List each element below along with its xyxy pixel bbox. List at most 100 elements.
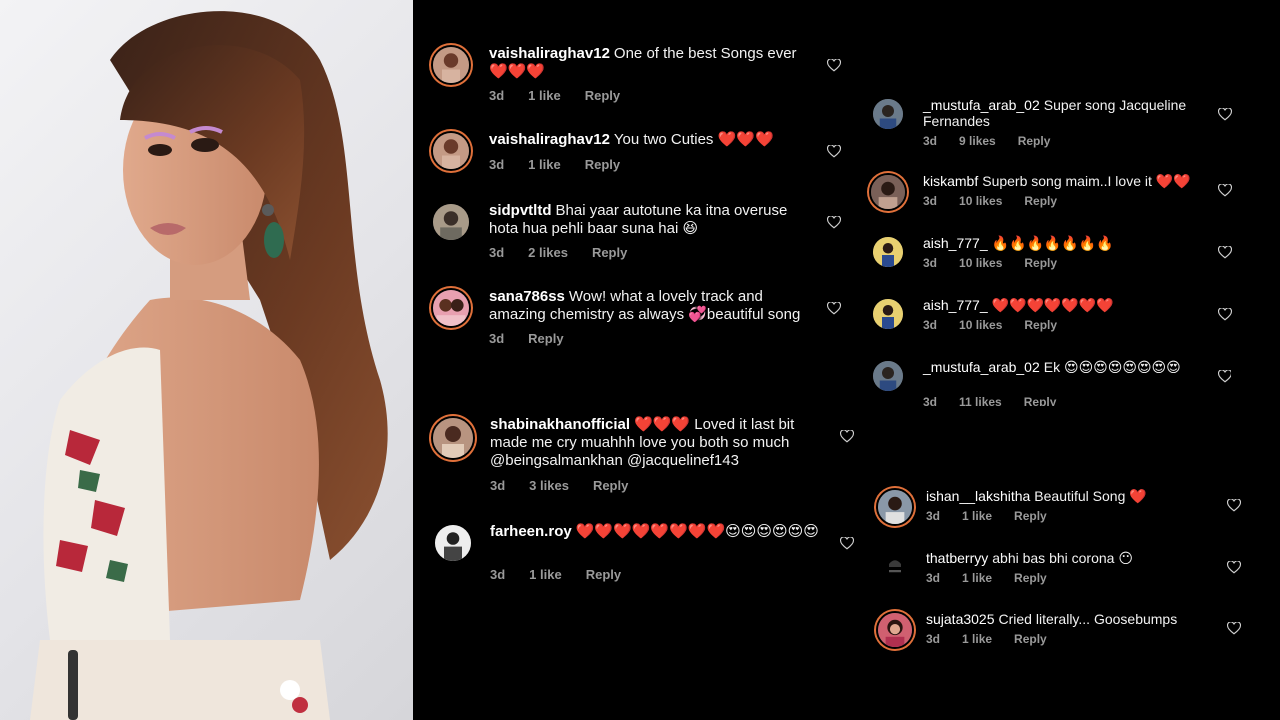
comment-likes[interactable]: 1 like (529, 567, 562, 582)
user-avatar[interactable] (431, 45, 471, 85)
user-avatar[interactable] (871, 97, 905, 131)
like-heart-icon[interactable] (827, 145, 841, 158)
user-avatar[interactable] (871, 359, 905, 393)
reply-button[interactable]: Reply (1024, 256, 1057, 270)
comment-time: 3d (489, 245, 505, 260)
comment-likes[interactable]: 1 like (528, 88, 561, 103)
comment-username[interactable]: sidpvtltd (489, 202, 552, 219)
comment-body: You two Cuties ❤️❤️❤️ (613, 131, 774, 148)
like-heart-icon[interactable] (827, 302, 841, 315)
comment-likes[interactable]: 2 likes (528, 245, 568, 260)
comment-body: Superb song maim..I love it ❤️❤️ (982, 173, 1191, 189)
user-avatar[interactable] (433, 523, 473, 563)
comment-body: Cried literally... Goosebumps (998, 611, 1178, 627)
reply-button[interactable]: Reply (1014, 509, 1047, 523)
comment-text: farheen.roy ❤️❤️❤️❤️❤️❤️❤️❤️😍😍😍😍😍😍 (490, 523, 820, 541)
user-avatar[interactable] (431, 288, 471, 328)
comment-username[interactable]: sujata3025 (926, 611, 995, 627)
user-avatar[interactable] (431, 416, 475, 460)
like-heart-icon[interactable] (1218, 246, 1232, 259)
comment-text: sidpvtltd Bhai yaar autotune ka itna over… (489, 202, 809, 238)
comment-likes[interactable]: 1 like (962, 509, 992, 523)
comment-likes[interactable]: 1 like (528, 157, 561, 172)
like-heart-icon[interactable] (840, 430, 854, 443)
comment-username[interactable]: ishan__lakshitha (926, 488, 1030, 504)
like-heart-icon[interactable] (1227, 622, 1241, 635)
like-heart-icon[interactable] (1218, 108, 1232, 121)
comment-meta: 3d Reply (489, 331, 564, 346)
comment-likes[interactable]: 10 likes (959, 256, 1002, 270)
comment-likes[interactable]: 1 like (962, 571, 992, 585)
reply-button[interactable]: Reply (592, 245, 627, 260)
comment-text: aish_777_ ❤️❤️❤️❤️❤️❤️❤️ (923, 297, 1213, 313)
comment-username[interactable]: sana786ss (489, 288, 565, 305)
comment-body: Ek 😍😍😍😍😍😍😍😍 (1043, 359, 1181, 375)
comment-text: _mustufa_arab_02 Ek 😍😍😍😍😍😍😍😍 (923, 359, 1213, 375)
comment-text: _mustufa_arab_02 Super song Jacqueline Fe… (923, 97, 1213, 129)
reply-button[interactable]: Reply (585, 157, 620, 172)
comment-text: sana786ss Wow! what a lovely track and am… (489, 288, 819, 324)
reply-button[interactable]: Reply (585, 88, 620, 103)
comment-likes[interactable]: 10 likes (959, 194, 1002, 208)
user-avatar[interactable] (871, 235, 905, 269)
user-avatar[interactable] (871, 297, 905, 331)
reply-button[interactable]: Reply (528, 331, 563, 346)
user-avatar[interactable] (876, 611, 914, 649)
reply-button[interactable]: Reply (1024, 318, 1057, 332)
user-avatar[interactable] (876, 488, 914, 526)
comment-time: 3d (490, 478, 506, 493)
user-avatar[interactable] (869, 173, 907, 211)
comment-text: shabinakhanofficial ❤️❤️❤️ Loved it last … (490, 416, 810, 470)
reply-button[interactable]: Reply (1024, 194, 1057, 208)
comment-likes[interactable]: 10 likes (959, 318, 1002, 332)
like-heart-icon[interactable] (827, 59, 841, 72)
comment-username[interactable]: thatberryy (926, 550, 988, 566)
like-heart-icon[interactable] (1227, 561, 1241, 574)
comments-feed[interactable]: vaishaliraghav12 One of the best Songs ev… (413, 0, 1280, 720)
comment-username[interactable]: shabinakhanofficial (490, 416, 630, 433)
reply-button[interactable]: Reply (1024, 395, 1057, 406)
comment-username[interactable]: kiskambf (923, 173, 978, 189)
comment-text: sujata3025 Cried literally... Goosebumps (926, 611, 1216, 627)
comment-likes[interactable]: 11 likes (959, 395, 1002, 406)
comment-likes[interactable]: 3 likes (529, 478, 569, 493)
like-heart-icon[interactable] (1218, 370, 1231, 383)
comment-username[interactable]: aish_777_ (923, 297, 988, 313)
like-heart-icon[interactable] (1218, 184, 1232, 197)
reply-button[interactable]: Reply (1014, 571, 1047, 585)
comment-item: ishan__lakshitha Beautiful Song ❤️ 3d 1 l… (876, 488, 1241, 528)
comment-likes[interactable]: 9 likes (959, 134, 996, 148)
comment-body: 🔥🔥🔥🔥🔥🔥🔥 (991, 235, 1114, 251)
comment-item: farheen.roy ❤️❤️❤️❤️❤️❤️❤️❤️😍😍😍😍😍😍 3d 1 l… (433, 523, 863, 583)
comment-text: kiskambf Superb song maim..I love it ❤️❤️ (923, 173, 1213, 189)
comment-username[interactable]: farheen.roy (490, 523, 572, 540)
comment-likes[interactable]: 1 like (962, 632, 992, 646)
reply-button[interactable]: Reply (586, 567, 621, 582)
user-avatar[interactable] (878, 550, 912, 584)
like-heart-icon[interactable] (1218, 308, 1232, 321)
comment-meta: 3d 1 like Reply (490, 567, 621, 582)
comment-item: kiskambf Superb song maim..I love it ❤️❤️… (869, 173, 1232, 213)
like-heart-icon[interactable] (840, 537, 854, 550)
comment-username[interactable]: vaishaliraghav12 (489, 45, 610, 62)
like-heart-icon[interactable] (1227, 499, 1241, 512)
reply-button[interactable]: Reply (1018, 134, 1051, 148)
comment-username[interactable]: vaishaliraghav12 (489, 131, 610, 148)
celebrity-photo (0, 0, 413, 720)
comment-time: 3d (923, 134, 938, 148)
user-avatar[interactable] (431, 202, 471, 242)
comment-time: 3d (923, 194, 938, 208)
like-heart-icon[interactable] (827, 216, 841, 229)
comment-time: 3d (489, 331, 505, 346)
comment-item: _mustufa_arab_02 Super song Jacqueline Fe… (871, 97, 1232, 149)
reply-button[interactable]: Reply (593, 478, 628, 493)
portrait-illustration (30, 11, 388, 720)
user-avatar[interactable] (431, 131, 471, 171)
comment-username[interactable]: aish_777_ (923, 235, 988, 251)
comment-time: 3d (490, 567, 506, 582)
comment-username[interactable]: _mustufa_arab_02 (923, 359, 1040, 375)
reply-button[interactable]: Reply (1014, 632, 1047, 646)
comment-username[interactable]: _mustufa_arab_02 (923, 97, 1040, 113)
comment-body: Beautiful Song ❤️ (1034, 488, 1147, 504)
comment-text: vaishaliraghav12 You two Cuties ❤️❤️❤️ (489, 131, 819, 149)
